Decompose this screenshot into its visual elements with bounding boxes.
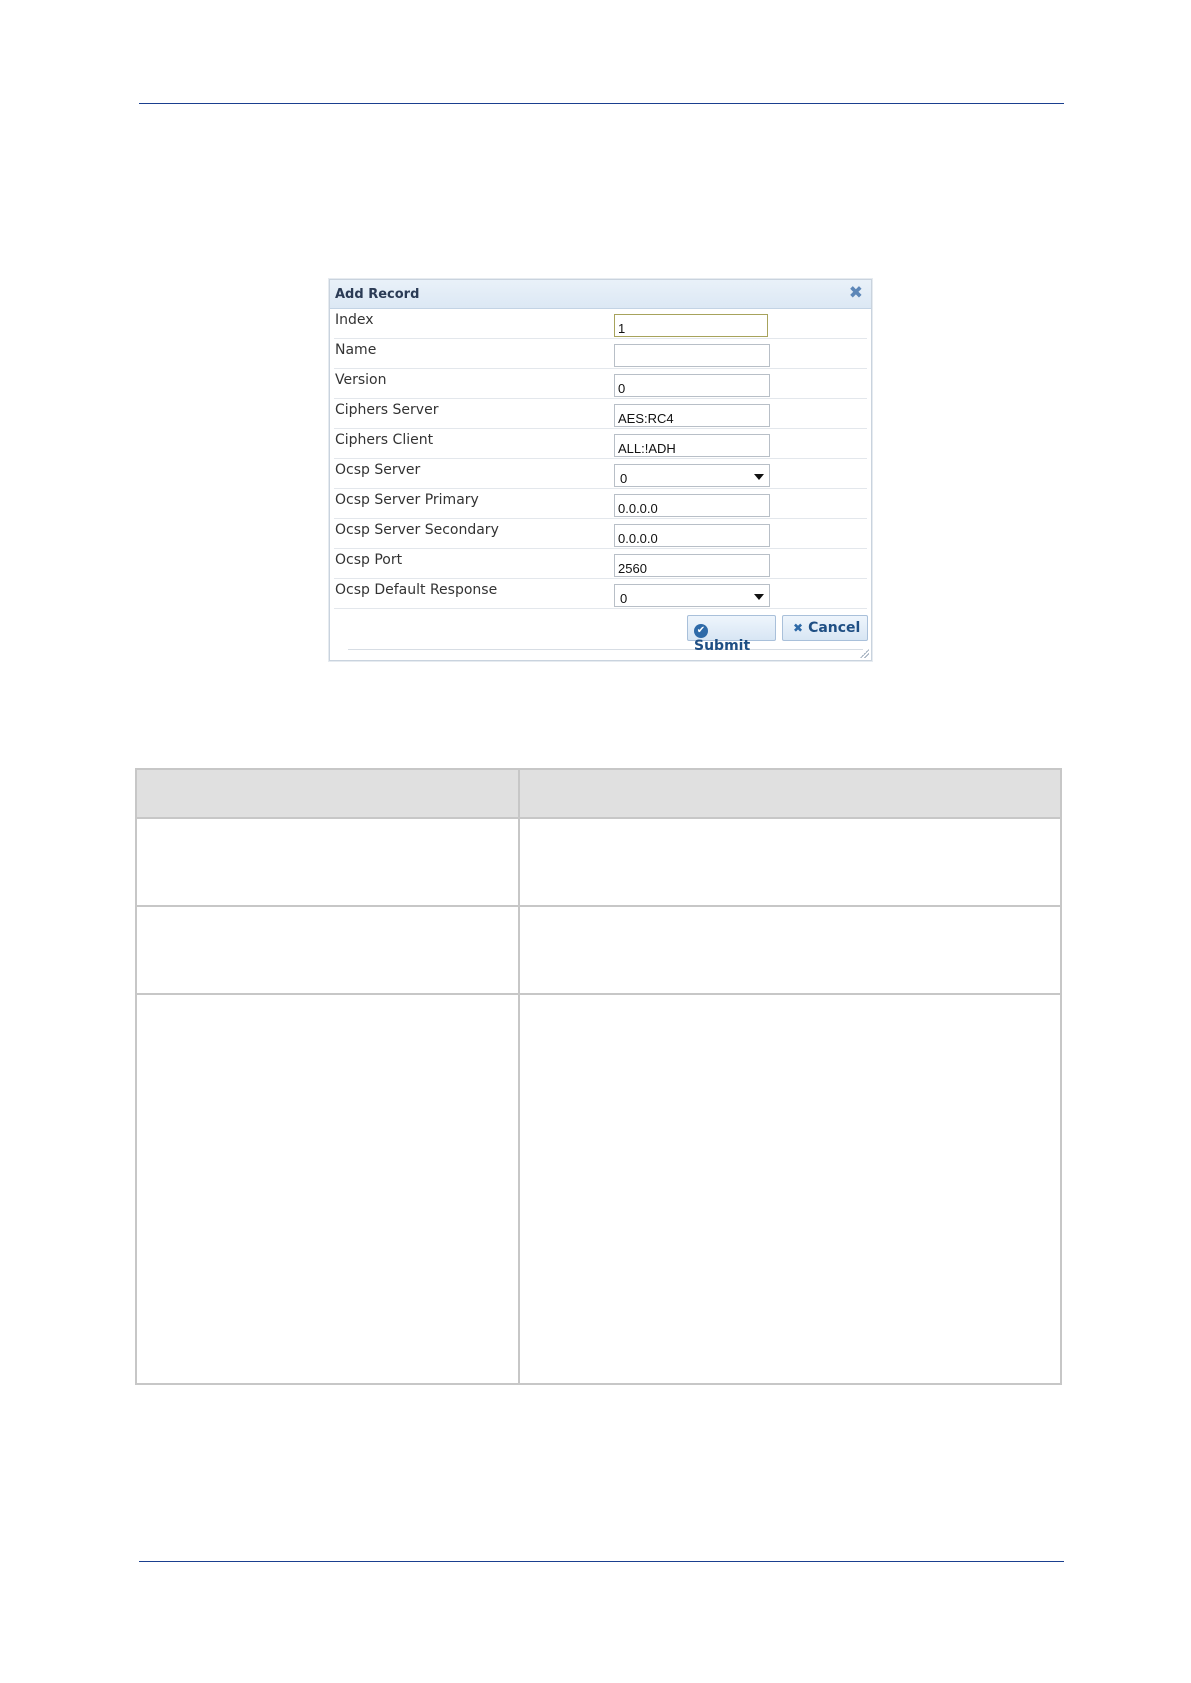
ocsp-server-secondary-input[interactable]: 0.0.0.0 [614, 524, 770, 547]
table-header-row [135, 768, 1062, 819]
parameter-table [135, 768, 1062, 1385]
table-cell [135, 817, 520, 907]
index-label: Index [335, 312, 374, 328]
form-row-ocsp-port: Ocsp Port 2560 [334, 549, 867, 579]
ciphers-client-label: Ciphers Client [335, 432, 434, 448]
ciphers-client-input[interactable]: ALL:!ADH [614, 434, 770, 457]
ocsp-server-primary-input[interactable]: 0.0.0.0 [614, 494, 770, 517]
cancel-button[interactable]: ✖ Cancel [782, 615, 868, 641]
form-rows: Index 1 Name Version 0 Ciphers Server AE… [334, 309, 867, 609]
table-cell [518, 905, 1062, 995]
ciphers-server-input[interactable]: AES:RC4 [614, 404, 770, 427]
version-label: Version [335, 372, 387, 388]
dialog-header: Add Record ✖ [330, 280, 871, 309]
form-row-ocsp-server-primary: Ocsp Server Primary 0.0.0.0 [334, 489, 867, 519]
chevron-down-icon [754, 594, 764, 600]
form-row-index: Index 1 [334, 309, 867, 339]
ciphers-server-label: Ciphers Server [335, 402, 439, 418]
ocsp-server-label: Ocsp Server [335, 462, 421, 478]
cancel-label: Cancel [808, 620, 861, 636]
submit-button[interactable]: ✔Submit [687, 615, 776, 654]
table-row [135, 905, 1062, 995]
footer-rule [139, 1561, 1064, 1562]
chevron-down-icon [754, 474, 764, 480]
ocsp-server-secondary-label: Ocsp Server Secondary [335, 522, 499, 538]
table-cell [135, 993, 520, 1385]
table-row [135, 993, 1062, 1385]
ocsp-port-input[interactable]: 2560 [614, 554, 770, 577]
table-cell [518, 817, 1062, 907]
table-cell [518, 993, 1062, 1385]
form-row-ocsp-default-response: Ocsp Default Response 0 [334, 579, 867, 609]
form-row-ciphers-client: Ciphers Client ALL:!ADH [334, 429, 867, 459]
ocsp-server-primary-label: Ocsp Server Primary [335, 492, 479, 508]
version-input[interactable]: 0 [614, 374, 770, 397]
form-row-ocsp-server: Ocsp Server 0 [334, 459, 867, 489]
form-row-version: Version 0 [334, 369, 867, 399]
add-record-dialog: Add Record ✖ Index 1 Name Version 0 Ciph… [329, 279, 872, 661]
close-icon[interactable]: ✖ [849, 283, 863, 303]
dialog-title: Add Record [335, 287, 420, 302]
check-circle-icon: ✔ [694, 624, 708, 638]
table-row [135, 817, 1062, 907]
ocsp-default-response-value: 0 [620, 591, 628, 606]
form-row-ocsp-server-secondary: Ocsp Server Secondary 0.0.0.0 [334, 519, 867, 549]
close-icon: ✖ [793, 621, 804, 635]
name-label: Name [335, 342, 377, 358]
ocsp-server-select[interactable]: 0 [614, 464, 770, 487]
ocsp-port-label: Ocsp Port [335, 552, 403, 568]
table-cell [135, 905, 520, 995]
submit-label: Submit [694, 638, 751, 654]
header-rule [139, 103, 1064, 104]
table-header-cell [135, 768, 520, 819]
form-row-ciphers-server: Ciphers Server AES:RC4 [334, 399, 867, 429]
ocsp-default-response-select[interactable]: 0 [614, 584, 770, 607]
resize-handle[interactable] [860, 649, 869, 658]
name-input[interactable] [614, 344, 770, 367]
ocsp-server-value: 0 [620, 471, 628, 486]
form-row-name: Name [334, 339, 867, 369]
dialog-footer: ✔Submit ✖ Cancel [348, 609, 868, 654]
ocsp-default-response-label: Ocsp Default Response [335, 582, 498, 598]
index-input[interactable]: 1 [614, 314, 768, 337]
table-header-cell [518, 768, 1062, 819]
